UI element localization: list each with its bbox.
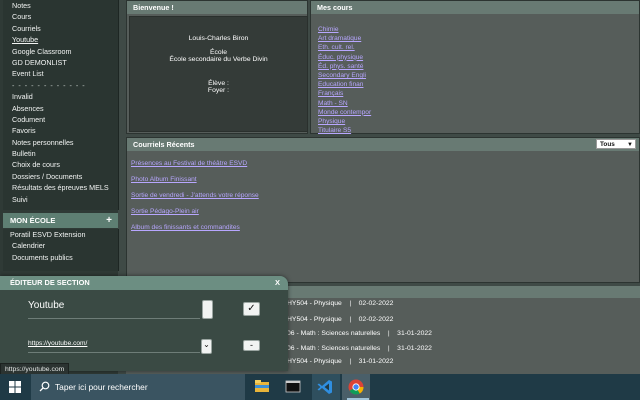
plus-icon[interactable]: + xyxy=(106,213,112,228)
toggle-button[interactable] xyxy=(202,300,213,319)
mail-list: Présences au Festival de théâtre ESVD Ph… xyxy=(131,156,259,236)
sidebar-item-choix-de-cours[interactable]: Choix de cours xyxy=(3,159,118,170)
terminal-icon[interactable] xyxy=(282,377,304,397)
section-editor-header: ÉDITEUR DE SECTION X xyxy=(0,276,288,290)
sidebar-item-notes[interactable]: Notes xyxy=(3,0,118,11)
homework-row: 06 - Math : Sciences naturelles | 31-01-… xyxy=(287,330,432,337)
school-section-header: MON ÉCOLE + xyxy=(3,213,118,228)
mail-link-sortie-pedago[interactable]: Sortie Pédago-Plein air xyxy=(131,204,259,220)
sidebar-item-event-list[interactable]: Event List xyxy=(3,68,118,79)
school-name: École secondaire du Verbe Divin xyxy=(169,56,268,63)
recent-mail-panel: Courriels Récents Tous ▼ Présences au Fe… xyxy=(126,137,640,283)
confirm-button[interactable]: ✓ xyxy=(243,302,260,316)
sidebar-item-courriels[interactable]: Courriels xyxy=(3,23,118,34)
chrome-icon[interactable] xyxy=(345,377,367,397)
sidebar-item-absences[interactable]: Absences xyxy=(3,103,118,114)
taskbar-search-box[interactable]: Taper ici pour rechercher xyxy=(31,374,245,400)
course-link-education-financiere[interactable]: Education finan xyxy=(318,80,371,89)
sidebar-item-codument[interactable]: Codument xyxy=(3,114,118,125)
mail-link-festival[interactable]: Présences au Festival de théâtre ESVD xyxy=(131,156,259,172)
welcome-title: Bienvenue ! xyxy=(127,1,307,14)
course-link-physique[interactable]: Physique xyxy=(318,117,371,126)
mail-header: Courriels Récents Tous ▼ xyxy=(127,138,639,151)
sidebar-item-suivi[interactable]: Suivi xyxy=(3,194,118,205)
homework-row: HY504 - Physique | 02-02-2022 xyxy=(287,316,394,323)
sidebar-item-notes-personnelles[interactable]: Notes personnelles xyxy=(3,137,118,148)
sidebar-item-dossiers[interactable]: Dossiers / Documents xyxy=(3,171,118,182)
sidebar-item-resultats-mels[interactable]: Résultats des épreuves MELS xyxy=(3,182,118,193)
course-link-titulaire-s5[interactable]: Titulaire S5 xyxy=(318,126,371,135)
chevron-down-icon: ▼ xyxy=(627,142,633,148)
school-label: École xyxy=(209,49,227,56)
eleve-label: Élève : xyxy=(208,80,229,87)
sidebar-menu: Notes Cours Courriels Youtube Google Cla… xyxy=(3,0,119,210)
course-list: Chimie Art dramatique Eth. cult. rel. Éd… xyxy=(318,25,371,135)
section-name-input[interactable]: Youtube xyxy=(28,300,200,319)
sidebar-item-favoris[interactable]: Favoris xyxy=(3,125,118,136)
course-link-ed-phys-sante[interactable]: Éd. phys. santé xyxy=(318,62,371,71)
mail-link-album-finissants[interactable]: Album des finissants et commandites xyxy=(131,220,259,236)
student-name: Louis-Charles Biron xyxy=(188,35,249,42)
course-link-monde-contemporain[interactable]: Monde contempor xyxy=(318,108,371,117)
school-section-title: MON ÉCOLE xyxy=(10,216,56,225)
chevron-down-icon: ⌄ xyxy=(203,340,210,349)
courses-panel: Mes cours Chimie Art dramatique Eth. cul… xyxy=(310,0,640,134)
mail-link-photo-album[interactable]: Photo Album Finissant xyxy=(131,172,259,188)
course-link-chimie[interactable]: Chimie xyxy=(318,25,371,34)
vscode-icon[interactable] xyxy=(314,377,336,397)
section-url-input[interactable]: https://youtube.com/ xyxy=(28,338,200,353)
file-explorer-icon[interactable] xyxy=(251,377,273,397)
close-icon[interactable]: X xyxy=(275,276,280,290)
sidebar-item-gd-demonlist[interactable]: GD DEMONLIST xyxy=(3,57,118,68)
welcome-box: Louis-Charles Biron École École secondai… xyxy=(129,16,308,132)
mail-link-sortie-vendredi[interactable]: Sortie de vendredi - J'attends votre rép… xyxy=(131,188,259,204)
sidebar-item-portail-esvd[interactable]: Poratil ESVD Extension xyxy=(3,229,118,240)
sidebar-item-invalid[interactable]: Invalid xyxy=(3,91,118,102)
course-link-francais[interactable]: Français xyxy=(318,89,371,98)
mail-filter-select[interactable]: Tous ▼ xyxy=(596,139,636,149)
taskbar-search-placeholder: Taper ici pour rechercher xyxy=(55,382,148,392)
homework-row: HY504 - Physique | 02-02-2022 xyxy=(287,300,394,307)
foyer-label: Foyer : xyxy=(207,87,230,94)
sidebar-item-cours[interactable]: Cours xyxy=(3,11,118,22)
sidebar-item-bulletin[interactable]: Bulletin xyxy=(3,148,118,159)
school-menu: Poratil ESVD Extension Calendrier Docume… xyxy=(3,229,119,271)
homework-row: 06 - Math : Sciences naturelles | 31-01-… xyxy=(287,345,432,352)
mail-title: Courriels Récents xyxy=(133,140,195,149)
course-link-secondary-english[interactable]: Secondary Engli xyxy=(318,71,371,80)
course-link-educ-physique[interactable]: Éduc. physique xyxy=(318,53,371,62)
sidebar-separator: - - - - - - - - - - - - xyxy=(12,80,86,90)
section-editor-title: ÉDITEUR DE SECTION xyxy=(10,278,90,287)
course-link-art-dramatique[interactable]: Art dramatique xyxy=(318,34,371,43)
courses-title: Mes cours xyxy=(311,1,639,14)
sidebar-item-documents-publics[interactable]: Documents publics xyxy=(3,252,118,263)
course-link-eth-cult-rel[interactable]: Eth. cult. rel. xyxy=(318,43,371,52)
remove-button[interactable]: - xyxy=(243,340,260,351)
course-link-math-sn[interactable]: Math - SN xyxy=(318,99,371,108)
search-icon xyxy=(39,381,50,392)
url-dropdown-button[interactable]: ⌄ xyxy=(201,339,212,354)
sidebar-item-youtube[interactable]: Youtube xyxy=(3,34,118,45)
sidebar-item-calendrier[interactable]: Calendrier xyxy=(3,240,118,251)
sidebar-item-google-classroom[interactable]: Google Classroom xyxy=(3,46,118,57)
taskbar: Taper ici pour rechercher xyxy=(0,374,640,400)
welcome-panel: Bienvenue ! Louis-Charles Biron École Éc… xyxy=(126,0,308,134)
mail-filter-value: Tous xyxy=(600,141,615,148)
windows-start-icon[interactable] xyxy=(9,381,21,393)
section-editor: ÉDITEUR DE SECTION X Youtube ✓ https://y… xyxy=(0,276,288,371)
homework-row: HY504 - Physique | 31-01-2022 xyxy=(287,358,394,365)
